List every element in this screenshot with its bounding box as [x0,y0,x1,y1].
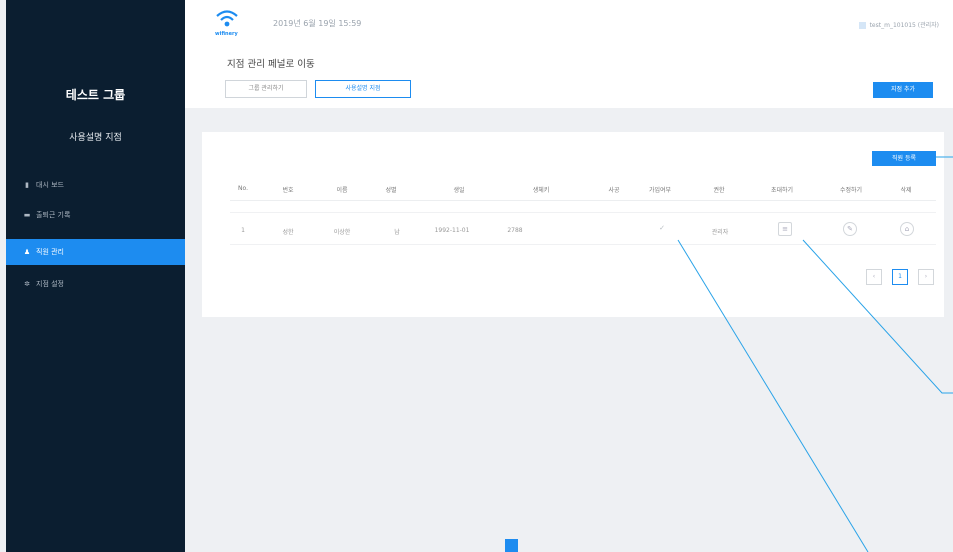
group-manage-button[interactable]: 그룹 관리하기 [225,80,307,98]
sidebar-item-dashboard[interactable]: ▮ 대시 보드 [6,172,185,198]
col-header: 번호 [282,187,294,194]
sidebar-item-label: 출퇴근 기록 [36,211,71,219]
branch-bar: 지점 관리 페널로 이동 그룹 관리하기 사용설명 지점 지점 추가 [185,44,953,108]
check-icon: ✓ [656,222,668,234]
divider [230,212,936,213]
user-info[interactable]: test_m_101015 (관리자) [858,20,939,29]
scroll-marker [505,539,518,552]
cell-role: 관리자 [711,229,729,236]
page-next-button[interactable]: › [918,269,934,285]
divider [230,244,936,245]
col-header: 삭제 [900,187,912,194]
cell-num: 성한 [282,229,294,236]
sidebar-item-settings[interactable]: ✲ 지점 설정 [6,271,185,297]
add-branch-button[interactable]: 지점 추가 [873,82,933,98]
col-header: No. [238,185,248,192]
col-header: 이름 [336,187,348,194]
cell-name: 이상한 [333,229,351,236]
register-staff-button[interactable]: 직원 등록 [872,151,936,166]
page-current-button[interactable]: 1 [892,269,908,285]
user-name: test_m_101015 (관리자) [869,22,939,29]
col-header: 생체키 [532,187,550,194]
col-header: 수정하기 [839,187,863,194]
cell-birthday: 1992-11-01 [434,227,470,234]
staff-card [202,132,944,317]
user-icon [858,22,866,29]
sidebar: 테스트 그룹 사용설명 지점 ▮ 대시 보드 ▬ 출퇴근 기록 ♟ 직원 관리 … [6,0,185,552]
page-prev-button[interactable]: ‹ [866,269,882,285]
gear-icon: ✲ [24,280,30,288]
col-header: 사공 [608,187,620,194]
branch-select-button[interactable]: 사용설명 지점 [315,80,411,98]
cell-gender: 남 [394,229,400,236]
sidebar-item-staff[interactable]: ♟ 직원 관리 [6,239,185,265]
people-icon: ♟ [23,248,31,256]
col-header: 권한 [713,187,725,194]
sidebar-item-attendance[interactable]: ▬ 출퇴근 기록 [6,202,185,228]
mail-icon[interactable]: ≡ [778,222,792,236]
sidebar-item-label: 직원 관리 [36,248,64,256]
group-title: 테스트 그룹 [65,88,126,102]
page-title: 지점 관리 페널로 이동 [227,59,315,70]
datetime: 2019년 6월 19일 15:59 [273,19,362,28]
col-header: 초대하기 [770,187,794,194]
sidebar-item-label: 대시 보드 [36,181,64,189]
chart-icon: ▮ [25,181,29,189]
col-header: 성별 [385,187,397,194]
cell-no: 1 [241,227,245,234]
logo-text: wifinery [215,31,238,37]
col-header: 생일 [453,187,465,194]
trash-icon[interactable]: ⌂ [900,222,914,236]
branch-subtitle: 사용설명 지점 [69,133,122,143]
divider [230,200,936,201]
card-icon: ▬ [23,211,31,219]
col-header: 가입여부 [648,187,672,194]
top-header: wifinery 2019년 6월 19일 15:59 test_m_10101… [185,0,953,44]
sidebar-item-label: 지점 설정 [36,280,64,288]
cell-key: 2788 [507,227,523,234]
pencil-icon[interactable]: ✎ [843,222,857,236]
